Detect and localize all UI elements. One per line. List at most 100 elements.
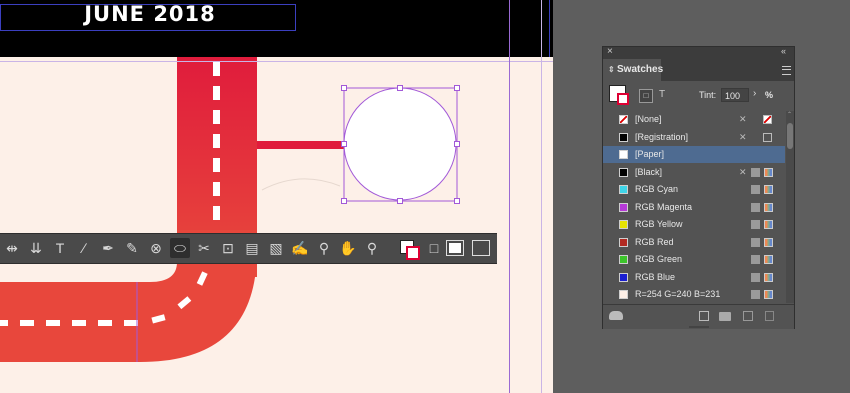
line-tool-icon[interactable]: ∕ [74,238,94,258]
bleed-guide-right [541,0,542,393]
tab-chevron-icon: ⇕ [608,65,615,74]
color-mode-rgb-icon [764,255,773,264]
swatch-row[interactable]: [Registration] ✕ [603,129,785,146]
pen-tool-icon[interactable]: ✒ [98,238,118,258]
swatch-row[interactable]: RGB Yellow [603,216,785,233]
tint-label: Tint: [699,90,717,100]
swatch-name: RGB Green [635,254,683,264]
swatches-panel[interactable]: × « ⇕ Swatches □ T Tint: 100 › % [None] ✕… [602,46,795,329]
tab-swatches[interactable]: ⇕ Swatches [603,59,663,81]
gradient-tool-icon[interactable]: ▤ [242,238,262,258]
cc-libraries-icon[interactable] [609,311,623,320]
eyedropper-tool-icon[interactable]: ⚲ [314,238,334,258]
close-panel-icon[interactable]: × [607,46,613,57]
formatting-container-icon[interactable]: □ [639,89,653,103]
swatch-row[interactable]: [Paper] [603,146,785,163]
swatch-color-chip [619,132,628,142]
note-tool-icon[interactable]: ✍ [290,238,310,258]
new-swatch-icon[interactable] [743,311,753,321]
formatting-text-icon[interactable]: T [659,89,665,100]
swatch-color-chip [619,290,628,299]
color-type-process-icon [751,290,760,299]
resize-grip[interactable] [689,326,709,328]
tint-input[interactable]: 100 [721,88,749,102]
color-mode-rgb-icon [764,202,773,212]
none-type-icon [763,115,772,124]
hand-tool-icon[interactable]: ✋ [338,238,358,258]
swatch-row[interactable]: RGB Blue [603,269,785,286]
swatch-color-chip [619,220,628,229]
panel-title-bar[interactable]: × « [603,46,794,59]
swatch-color-chip [619,185,628,194]
swatch-row[interactable]: [Black] ✕ [603,164,785,181]
delete-swatch-icon[interactable] [765,311,774,321]
color-mode-rgb-icon [764,167,773,177]
color-type-process-icon [751,202,760,212]
pencil-tool-icon[interactable]: ✎ [122,238,142,258]
tools-panel-horizontal[interactable]: ⇹ ⇊ T ∕ ✒ ✎ ⊗ ⬭ ✂ ⊡ ▤ ▧ ✍ ⚲ ✋ ⚲ □ [0,233,497,264]
connector-bar [257,141,344,149]
scroll-up-icon[interactable]: ⌃ [787,112,793,118]
swatch-row[interactable]: RGB Green [603,251,785,268]
swatches-list[interactable]: [None] ✕ [Registration] ✕ [Paper] [Black] ✕ RGB… [603,111,785,303]
swatch-name: RGB Yellow [635,219,683,229]
erase-tool-icon[interactable]: ⊗ [146,238,166,258]
normal-view-icon[interactable] [446,240,464,256]
registration-type-icon [763,132,772,142]
show-all-swatches-icon[interactable] [699,311,709,321]
swatch-name: [None] [635,114,662,124]
new-color-group-icon[interactable] [719,312,731,321]
scrollbar[interactable]: ⌃ [786,111,794,303]
stroke-swatch[interactable] [406,246,420,260]
zoom-tool-icon[interactable]: ⚲ [362,238,382,258]
panel-stroke-swatch[interactable] [617,93,629,105]
collapse-panel-icon[interactable]: « [781,46,786,56]
swatch-row[interactable]: RGB Cyan [603,181,785,198]
scroll-thumb[interactable] [787,123,793,149]
non-editable-icon: ✕ [739,114,747,124]
fill-stroke-proxy[interactable] [392,240,420,260]
color-mode-rgb-icon [764,185,773,194]
formatting-affects-container-icon[interactable]: □ [424,238,444,258]
swatch-name: RGB Blue [635,271,676,282]
scissors-tool-icon[interactable]: ✂ [194,238,214,258]
content-collector-icon[interactable]: ⇊ [26,238,46,258]
swatch-row[interactable]: [None] ✕ [603,111,785,128]
swatch-name: R=254 G=240 B=231 [635,289,721,299]
color-type-process-icon [751,272,760,282]
swatch-color-chip [619,150,628,159]
type-tool-icon[interactable]: T [50,238,70,258]
swatch-row[interactable]: RGB Red [603,234,785,251]
color-type-process-icon [751,185,760,194]
color-type-process-icon [751,220,760,229]
swatch-color-chip [619,255,628,264]
non-editable-icon: ✕ [739,166,747,177]
non-editable-icon: ✕ [739,131,747,142]
swatch-row[interactable]: R=254 G=240 B=231 [603,286,785,303]
swatch-color-chip [619,272,628,282]
swatch-name: [Paper] [635,149,665,159]
color-mode-rgb-icon [764,220,773,229]
ellipse-tool-icon[interactable]: ⬭ [170,238,190,258]
color-type-process-icon [751,255,760,264]
swatch-name: RGB Red [635,236,674,247]
swatch-color-chip [619,237,628,247]
panel-menu-icon[interactable] [782,66,791,75]
document-canvas[interactable]: JUNE 2018 ⇹ ⇊ T ∕ ✒ ✎ ⊗ ⬭ ✂ ⊡ ▤ ▧ ✍ ⚲ ✋ ⚲ □ [0,0,553,393]
tint-slider-arrow-icon[interactable]: › [753,88,756,99]
swatch-color-chip [619,167,628,177]
swatch-row[interactable]: RGB Magenta [603,199,785,216]
free-transform-tool-icon[interactable]: ⊡ [218,238,238,258]
color-mode-rgb-icon [764,290,773,299]
tint-unit: % [765,90,774,100]
fill-stroke-selector[interactable] [609,85,631,107]
color-mode-rgb-icon [764,237,773,247]
swatch-color-chip [619,202,628,212]
swatch-name: [Black] [635,166,663,177]
gradient-feather-tool-icon[interactable]: ▧ [266,238,286,258]
preview-mode-icon[interactable] [472,240,490,256]
color-type-process-icon [751,167,760,177]
gap-tool-icon[interactable]: ⇹ [2,238,22,258]
color-mode-rgb-icon [764,272,773,282]
swatch-name: RGB Magenta [635,201,693,212]
